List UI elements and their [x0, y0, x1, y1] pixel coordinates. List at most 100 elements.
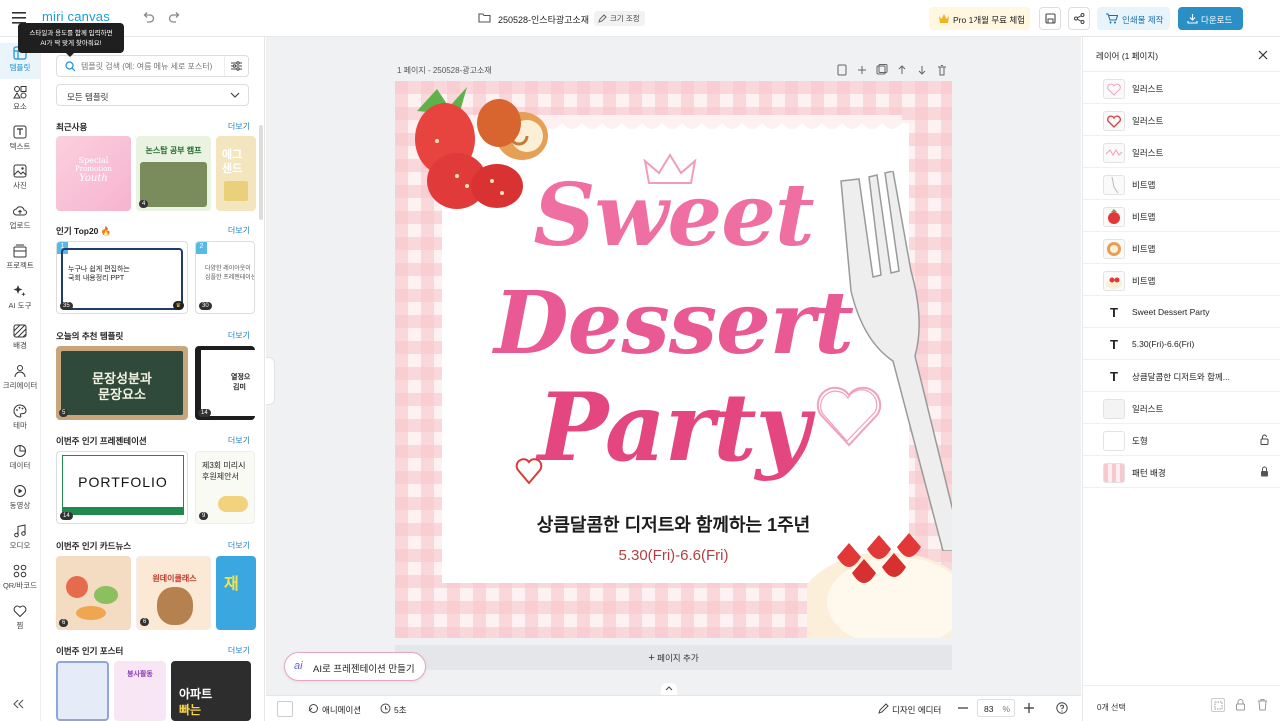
- save-button[interactable]: [1039, 7, 1061, 30]
- folder-icon[interactable]: [478, 12, 491, 23]
- more-link-presentation[interactable]: 더보기: [228, 435, 250, 446]
- zoom-input[interactable]: 83 %: [977, 699, 1015, 717]
- layer-name: 일러스트: [1132, 84, 1164, 94]
- select-area-button[interactable]: [1211, 698, 1225, 712]
- template-thumb-card-blue[interactable]: 재: [216, 556, 256, 630]
- layer-row[interactable]: 비트맵: [1083, 168, 1280, 200]
- panel-toggle-handle[interactable]: [266, 357, 275, 405]
- rail-item-theme[interactable]: 테마: [0, 401, 40, 437]
- more-link-cardnews[interactable]: 더보기: [228, 540, 250, 551]
- rail-item-elements[interactable]: 요소: [0, 82, 40, 118]
- template-thumb-passion[interactable]: 열정으 김미 14: [195, 346, 255, 420]
- title-dessert[interactable]: Dessert: [395, 281, 952, 367]
- left-rail: 템플릿 요소 텍스트 사진 업로드 프로젝트 AI 도구 배경 크리에이터 테마…: [0, 37, 41, 721]
- pro-trial-button[interactable]: Pro 1개월 무료 체험: [929, 7, 1030, 30]
- title-sweet[interactable]: Sweet: [395, 173, 952, 259]
- more-link-today[interactable]: 더보기: [228, 330, 250, 341]
- tooltip-arrow: [66, 53, 74, 57]
- rail-item-qr[interactable]: QR/바코드: [0, 561, 40, 597]
- page-tools-icon[interactable]: [837, 64, 947, 76]
- animation-button[interactable]: 애니메이션: [308, 704, 361, 716]
- layer-row[interactable]: 일러스트: [1083, 136, 1280, 168]
- template-category-select[interactable]: 모든 템플릿: [56, 84, 249, 106]
- search-tooltip: 스타일과 용도를 함께 입력하면 AI가 딱 맞게 찾아줘요!: [18, 23, 124, 53]
- rail-item-ai-tools[interactable]: AI 도구: [0, 281, 40, 317]
- panel-scrollbar[interactable]: [259, 125, 263, 220]
- lock-icon[interactable]: [1260, 466, 1269, 477]
- template-thumb-poster-2[interactable]: 봉사활동: [114, 661, 166, 721]
- layer-row[interactable]: T 상큼달콤한 디저트와 함께...: [1083, 360, 1280, 392]
- layer-row[interactable]: T Sweet Dessert Party: [1083, 296, 1280, 328]
- rail-item-creators[interactable]: 크리에이터: [0, 361, 40, 397]
- print-order-button[interactable]: 인쇄물 제작: [1097, 7, 1170, 30]
- lock-icon: [1236, 699, 1245, 711]
- more-link-poster[interactable]: 더보기: [228, 645, 250, 656]
- rail-item-data[interactable]: 데이터: [0, 441, 40, 477]
- duration-button[interactable]: 5초: [380, 703, 407, 716]
- layer-row[interactable]: 패턴 배경: [1083, 456, 1280, 488]
- layer-row[interactable]: 일러스트: [1083, 104, 1280, 136]
- zoom-out-button[interactable]: [956, 701, 970, 715]
- help-button[interactable]: [1056, 702, 1068, 714]
- delete-layer-button[interactable]: [1257, 698, 1268, 711]
- ai-presentation-button[interactable]: ai AI로 프레젠테이션 만들기: [284, 652, 426, 681]
- add-page-button[interactable]: + 페이지 추가: [395, 645, 952, 670]
- expand-pages-handle[interactable]: [661, 683, 677, 695]
- rail-label: 동영상: [9, 501, 31, 510]
- rail-item-background[interactable]: 배경: [0, 321, 40, 357]
- rail-item-projects[interactable]: 프로젝트: [0, 241, 40, 277]
- background-color-swatch[interactable]: [277, 701, 293, 717]
- close-layers-button[interactable]: [1258, 50, 1268, 60]
- filter-button[interactable]: [224, 56, 248, 76]
- rail-item-favorites[interactable]: 찜: [0, 601, 40, 637]
- template-thumb-portfolio[interactable]: PORTFOLIO 14: [56, 451, 188, 524]
- template-thumb-egg-sandwich[interactable]: 에그 샌드: [216, 136, 256, 211]
- redo-icon[interactable]: [168, 11, 181, 24]
- layer-row[interactable]: 비트맵: [1083, 232, 1280, 264]
- template-thumb-grammar[interactable]: 문장성분과 문장요소 5: [56, 346, 188, 420]
- layer-row[interactable]: 비트맵: [1083, 200, 1280, 232]
- project-icon: [13, 244, 27, 258]
- pen-icon: [878, 703, 889, 714]
- unlocked-icon[interactable]: [1260, 434, 1269, 445]
- layer-row[interactable]: 비트맵: [1083, 264, 1280, 296]
- undo-icon[interactable]: [142, 11, 155, 24]
- download-button[interactable]: 다운로드: [1178, 7, 1243, 30]
- template-search[interactable]: [56, 55, 249, 77]
- template-thumb-top2[interactable]: 2 다양한 레이아웃이 심플한 프레젠테이션 30: [195, 241, 255, 314]
- search-input[interactable]: [81, 59, 221, 73]
- layer-name: 일러스트: [1132, 148, 1164, 158]
- lock-layer-button[interactable]: [1235, 698, 1246, 711]
- rail-label: 테마: [13, 421, 27, 430]
- rail-item-audio[interactable]: 오디오: [0, 521, 40, 557]
- layer-row[interactable]: 도형: [1083, 424, 1280, 456]
- document-title[interactable]: 250528-인스타광고소재: [498, 13, 589, 26]
- template-thumb-proposal[interactable]: 제3회 미리시 후원제안서 9: [195, 451, 255, 524]
- more-link-recent[interactable]: 더보기: [228, 121, 250, 132]
- template-thumb-oneday-class[interactable]: 원데이클래스 6: [136, 556, 211, 630]
- rail-item-video[interactable]: 동영상: [0, 481, 40, 517]
- zoom-in-button[interactable]: [1022, 701, 1036, 715]
- thumb-text: 후원제안서: [202, 472, 239, 481]
- template-thumb-special-promotion[interactable]: Special Promotion Youth: [56, 136, 131, 211]
- collapse-panel-icon[interactable]: [13, 699, 24, 709]
- resize-button[interactable]: 크기 조정: [594, 11, 645, 26]
- more-link-top20[interactable]: 더보기: [228, 225, 250, 236]
- app-logo[interactable]: miri canvas: [42, 9, 110, 24]
- layer-row[interactable]: 일러스트: [1083, 72, 1280, 104]
- rail-item-photos[interactable]: 사진: [0, 161, 40, 197]
- layer-row[interactable]: T 5.30(Fri)-6.6(Fri): [1083, 328, 1280, 360]
- rail-item-text[interactable]: 텍스트: [0, 122, 40, 158]
- rail-label: 찜: [16, 621, 24, 630]
- template-thumb-poster-1[interactable]: [56, 661, 109, 721]
- template-thumb-study-camp[interactable]: 논스탑 공부 캠프 4: [136, 136, 211, 211]
- heart-doodle-illustration: [816, 386, 882, 447]
- design-editor-button[interactable]: 디자인 에디터: [878, 703, 941, 716]
- layer-row[interactable]: 일러스트: [1083, 392, 1280, 424]
- share-button[interactable]: [1068, 7, 1090, 30]
- rail-item-upload[interactable]: 업로드: [0, 201, 40, 237]
- design-page[interactable]: Sweet Dessert Party 상큼달콤한 디저트와 함께하는 1주년 …: [395, 81, 952, 638]
- template-thumb-card-food[interactable]: 6: [56, 556, 131, 630]
- template-thumb-top1[interactable]: 1 누구나 쉽게 편집하는 국회 내용정리 PPT 35 ♛: [56, 241, 188, 314]
- template-thumb-poster-3[interactable]: 아파트 빠는: [171, 661, 251, 721]
